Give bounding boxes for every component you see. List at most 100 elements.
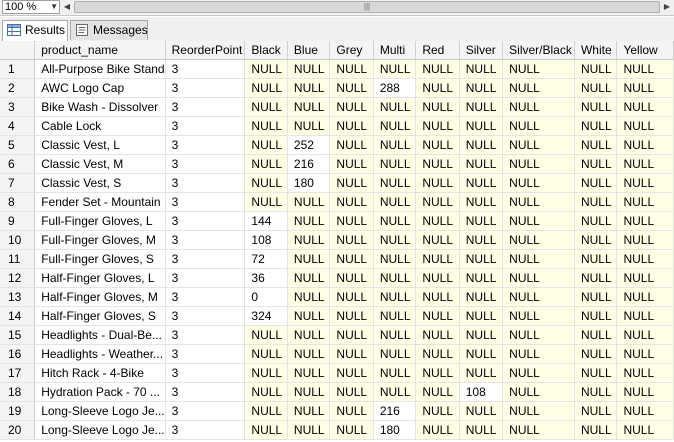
product-name-cell[interactable]: Fender Set - Mountain	[34, 192, 166, 212]
color-quantity-cell[interactable]: NULL	[459, 78, 504, 98]
table-row[interactable]: 8 Fender Set - Mountain 3 NULL NULL NULL NULL N…	[0, 192, 674, 212]
color-quantity-cell[interactable]: NULL	[616, 401, 674, 421]
product-name-cell[interactable]: Cable Lock	[34, 116, 166, 136]
row-number[interactable]: 1	[0, 59, 36, 79]
tab-messages[interactable]: Messages	[70, 20, 148, 40]
color-quantity-cell[interactable]: NULL	[415, 382, 460, 402]
color-quantity-cell[interactable]: NULL	[244, 382, 288, 402]
color-quantity-cell[interactable]: 144	[244, 211, 288, 231]
color-quantity-cell[interactable]: NULL	[329, 420, 374, 440]
color-quantity-cell[interactable]: NULL	[373, 59, 417, 79]
color-quantity-cell[interactable]: NULL	[502, 344, 575, 364]
row-number[interactable]: 19	[0, 401, 36, 421]
column-header[interactable]: ReorderPoint	[165, 41, 246, 60]
color-quantity-cell[interactable]: NULL	[244, 78, 288, 98]
column-header[interactable]: Grey	[329, 41, 374, 60]
product-name-cell[interactable]: Classic Vest, S	[34, 173, 166, 193]
reorder-point-cell[interactable]: 3	[165, 154, 246, 174]
color-quantity-cell[interactable]: NULL	[329, 344, 374, 364]
table-row[interactable]: 12 Half-Finger Gloves, L 3 36 NULL NULL NULL NU…	[0, 268, 674, 288]
color-quantity-cell[interactable]: NULL	[287, 344, 331, 364]
table-row[interactable]: 14 Half-Finger Gloves, S 3 324 NULL NULL NULL N…	[0, 306, 674, 326]
product-name-cell[interactable]: Classic Vest, M	[34, 154, 166, 174]
color-quantity-cell[interactable]: NULL	[502, 97, 575, 117]
color-quantity-cell[interactable]: NULL	[502, 287, 575, 307]
color-quantity-cell[interactable]: NULL	[574, 78, 618, 98]
color-quantity-cell[interactable]: NULL	[415, 78, 460, 98]
reorder-point-cell[interactable]: 3	[165, 173, 246, 193]
table-row[interactable]: 3 Bike Wash - Dissolver 3 NULL NULL NULL NULL N…	[0, 97, 674, 117]
color-quantity-cell[interactable]: NULL	[502, 173, 575, 193]
row-number[interactable]: 17	[0, 363, 36, 383]
color-quantity-cell[interactable]: NULL	[415, 135, 460, 155]
color-quantity-cell[interactable]: NULL	[329, 268, 374, 288]
color-quantity-cell[interactable]: NULL	[244, 116, 288, 136]
color-quantity-cell[interactable]: NULL	[415, 59, 460, 79]
color-quantity-cell[interactable]: NULL	[373, 268, 417, 288]
color-quantity-cell[interactable]: NULL	[616, 116, 674, 136]
color-quantity-cell[interactable]: NULL	[574, 306, 618, 326]
color-quantity-cell[interactable]: NULL	[616, 268, 674, 288]
color-quantity-cell[interactable]: NULL	[373, 154, 417, 174]
color-quantity-cell[interactable]: NULL	[502, 306, 575, 326]
product-name-cell[interactable]: Long-Sleeve Logo Je...	[34, 420, 166, 440]
color-quantity-cell[interactable]: NULL	[459, 116, 504, 136]
color-quantity-cell[interactable]: NULL	[574, 249, 618, 269]
table-row[interactable]: 19 Long-Sleeve Logo Je... 3 NULL NULL NULL 216…	[0, 401, 674, 421]
color-quantity-cell[interactable]: NULL	[244, 173, 288, 193]
color-quantity-cell[interactable]: NULL	[502, 363, 575, 383]
color-quantity-cell[interactable]: NULL	[616, 173, 674, 193]
color-quantity-cell[interactable]: NULL	[574, 344, 618, 364]
color-quantity-cell[interactable]: NULL	[373, 249, 417, 269]
scroll-right-icon[interactable]: ▶	[662, 2, 672, 12]
color-quantity-cell[interactable]: NULL	[616, 230, 674, 250]
horizontal-scrollbar[interactable]: |||	[74, 1, 660, 13]
color-quantity-cell[interactable]: NULL	[616, 192, 674, 212]
color-quantity-cell[interactable]: NULL	[574, 173, 618, 193]
table-row[interactable]: 10 Full-Finger Gloves, M 3 108 NULL NULL NULL N…	[0, 230, 674, 250]
color-quantity-cell[interactable]: NULL	[373, 230, 417, 250]
color-quantity-cell[interactable]: NULL	[502, 192, 575, 212]
color-quantity-cell[interactable]: NULL	[373, 97, 417, 117]
color-quantity-cell[interactable]: NULL	[616, 363, 674, 383]
color-quantity-cell[interactable]: NULL	[287, 249, 331, 269]
color-quantity-cell[interactable]: NULL	[329, 78, 374, 98]
reorder-point-cell[interactable]: 3	[165, 344, 246, 364]
color-quantity-cell[interactable]: NULL	[287, 211, 331, 231]
color-quantity-cell[interactable]: NULL	[287, 306, 331, 326]
reorder-point-cell[interactable]: 3	[165, 211, 246, 231]
reorder-point-cell[interactable]: 3	[165, 78, 246, 98]
color-quantity-cell[interactable]: NULL	[329, 173, 374, 193]
color-quantity-cell[interactable]: NULL	[415, 325, 460, 345]
color-quantity-cell[interactable]: NULL	[459, 97, 504, 117]
product-name-cell[interactable]: Full-Finger Gloves, S	[34, 249, 166, 269]
color-quantity-cell[interactable]: NULL	[459, 420, 504, 440]
color-quantity-cell[interactable]: NULL	[459, 59, 504, 79]
color-quantity-cell[interactable]: NULL	[459, 249, 504, 269]
color-quantity-cell[interactable]: NULL	[574, 287, 618, 307]
color-quantity-cell[interactable]: NULL	[287, 78, 331, 98]
column-header[interactable]: Blue	[287, 41, 331, 60]
color-quantity-cell[interactable]: NULL	[502, 211, 575, 231]
color-quantity-cell[interactable]: NULL	[244, 97, 288, 117]
color-quantity-cell[interactable]: 180	[373, 420, 417, 440]
color-quantity-cell[interactable]: NULL	[616, 325, 674, 345]
color-quantity-cell[interactable]: NULL	[574, 382, 618, 402]
color-quantity-cell[interactable]: NULL	[244, 135, 288, 155]
reorder-point-cell[interactable]: 3	[165, 268, 246, 288]
color-quantity-cell[interactable]: NULL	[459, 325, 504, 345]
color-quantity-cell[interactable]: NULL	[287, 420, 331, 440]
color-quantity-cell[interactable]: NULL	[329, 192, 374, 212]
color-quantity-cell[interactable]: NULL	[244, 420, 288, 440]
reorder-point-cell[interactable]: 3	[165, 97, 246, 117]
color-quantity-cell[interactable]: NULL	[287, 192, 331, 212]
color-quantity-cell[interactable]: NULL	[373, 344, 417, 364]
table-row[interactable]: 11 Full-Finger Gloves, S 3 72 NULL NULL NULL NU…	[0, 249, 674, 269]
color-quantity-cell[interactable]: NULL	[502, 116, 575, 136]
color-quantity-cell[interactable]: NULL	[373, 192, 417, 212]
column-header[interactable]: Silver	[459, 41, 504, 60]
color-quantity-cell[interactable]: NULL	[415, 401, 460, 421]
row-number[interactable]: 20	[0, 420, 36, 440]
column-header[interactable]: Yellow	[616, 41, 674, 60]
color-quantity-cell[interactable]: NULL	[329, 230, 374, 250]
